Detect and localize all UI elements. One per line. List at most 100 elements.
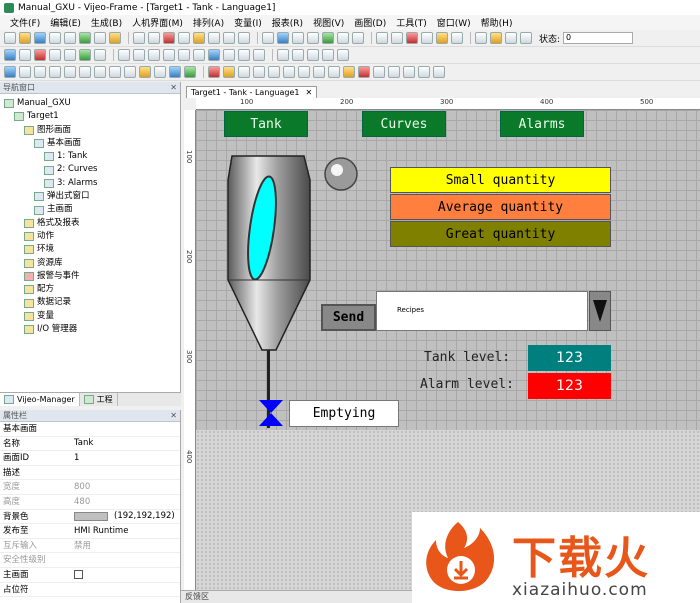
align-right-icon[interactable]: [148, 49, 160, 61]
tank-icon[interactable]: [328, 66, 340, 78]
property-value-cell[interactable]: 480: [74, 495, 180, 509]
table-widget-icon[interactable]: [403, 66, 415, 78]
property-value-cell[interactable]: 1: [74, 451, 180, 465]
flip-icon[interactable]: [253, 49, 265, 61]
align-bottom-icon[interactable]: [193, 49, 205, 61]
close-icon[interactable]: ✕: [170, 410, 177, 421]
panel-view-icon[interactable]: [4, 49, 16, 61]
tree-item[interactable]: 资源库: [0, 257, 180, 270]
arc-icon[interactable]: [109, 66, 121, 78]
property-row[interactable]: 主画面: [0, 568, 180, 583]
layer-icon[interactable]: [19, 49, 31, 61]
property-row[interactable]: 占位符: [0, 583, 180, 598]
same-height-icon[interactable]: [292, 49, 304, 61]
polyline-icon[interactable]: [49, 66, 61, 78]
record-icon[interactable]: [34, 49, 46, 61]
recipes-dropdown[interactable]: Recipes: [376, 291, 588, 331]
tree-item[interactable]: 数据记录: [0, 296, 180, 309]
button-icon[interactable]: [238, 66, 250, 78]
dot-icon[interactable]: [19, 66, 31, 78]
plus-icon[interactable]: [520, 32, 532, 44]
picture-display-icon[interactable]: [373, 66, 385, 78]
browser-icon[interactable]: [418, 66, 430, 78]
tool-a-icon[interactable]: [475, 32, 487, 44]
state-select[interactable]: 0: [563, 32, 634, 44]
copy-icon[interactable]: [178, 32, 190, 44]
tank-level-value[interactable]: 123: [528, 345, 611, 371]
menu-tools[interactable]: 工具(T): [396, 16, 427, 29]
package-icon[interactable]: [109, 32, 121, 44]
screen-icon[interactable]: [49, 49, 61, 61]
menu-build[interactable]: 生成(B): [91, 16, 122, 29]
property-row[interactable]: 宽度 800: [0, 480, 180, 495]
text-icon[interactable]: [169, 66, 181, 78]
menu-hmi[interactable]: 人机界面(M): [132, 16, 183, 29]
tree-item[interactable]: 2: Curves: [0, 163, 180, 176]
arrow-select-icon[interactable]: [4, 66, 16, 78]
emptying-button[interactable]: Emptying: [289, 400, 399, 427]
recipes-dropdown-button[interactable]: [589, 291, 611, 331]
properties-icon[interactable]: [277, 32, 289, 44]
close-icon[interactable]: ✕: [170, 82, 177, 93]
send-back-icon[interactable]: [223, 49, 235, 61]
download-icon[interactable]: [94, 32, 106, 44]
image-icon[interactable]: [184, 66, 196, 78]
bring-front-icon[interactable]: [208, 49, 220, 61]
menu-report[interactable]: 报表(R): [272, 16, 303, 29]
refresh-icon[interactable]: [421, 32, 433, 44]
align-top-icon[interactable]: [163, 49, 175, 61]
tree-item[interactable]: Manual_GXU: [0, 97, 180, 110]
same-width-icon[interactable]: [277, 49, 289, 61]
menu-arrange[interactable]: 排列(A): [193, 16, 224, 29]
property-value-cell[interactable]: 800: [74, 480, 180, 494]
find-icon[interactable]: [223, 32, 235, 44]
circle-icon[interactable]: [94, 66, 106, 78]
property-row[interactable]: 互斥输入 禁用: [0, 539, 180, 554]
property-value-cell[interactable]: [74, 583, 180, 597]
alarm-display-icon[interactable]: [343, 66, 355, 78]
polygon-icon[interactable]: [139, 66, 151, 78]
small-quantity-indicator[interactable]: Small quantity: [390, 167, 611, 193]
property-row[interactable]: 背景色 (192,192,192): [0, 510, 180, 525]
status-lamp[interactable]: [323, 156, 359, 192]
alarms-nav-button[interactable]: Alarms: [500, 111, 584, 137]
align-middle-icon[interactable]: [178, 49, 190, 61]
tank-graphic[interactable]: [218, 150, 328, 430]
forward-icon[interactable]: [391, 32, 403, 44]
menu-help[interactable]: 帮助(H): [481, 16, 513, 29]
property-value-cell[interactable]: [74, 553, 180, 567]
property-row[interactable]: 画面ID 1: [0, 451, 180, 466]
alarm-level-value[interactable]: 123: [528, 373, 611, 399]
tree-item[interactable]: 主画面: [0, 203, 180, 216]
tree-item[interactable]: 报警与事件: [0, 270, 180, 283]
tab-project[interactable]: 工程: [80, 393, 118, 406]
select-icon[interactable]: [262, 32, 274, 44]
align-center-icon[interactable]: [133, 49, 145, 61]
zoom-icon[interactable]: [337, 32, 349, 44]
tree-item[interactable]: 图形画面: [0, 124, 180, 137]
menu-file[interactable]: 文件(F): [10, 16, 40, 29]
property-value-cell[interactable]: (192,192,192): [74, 510, 180, 524]
property-row[interactable]: 描述: [0, 466, 180, 481]
meter-icon[interactable]: [283, 66, 295, 78]
tree-item[interactable]: 动作: [0, 230, 180, 243]
master-panel-checkbox[interactable]: [74, 570, 83, 580]
property-row[interactable]: 高度 480: [0, 495, 180, 510]
home-icon[interactable]: [436, 32, 448, 44]
grid-icon[interactable]: [352, 32, 364, 44]
table-icon[interactable]: [64, 49, 76, 61]
more-tools-icon[interactable]: [433, 66, 445, 78]
variable-list-icon[interactable]: [451, 32, 463, 44]
run-icon[interactable]: [79, 49, 91, 61]
tree-item[interactable]: 3: Alarms: [0, 177, 180, 190]
property-row[interactable]: 安全性级别: [0, 553, 180, 568]
save-all-icon[interactable]: [49, 32, 61, 44]
send-button[interactable]: Send: [321, 304, 376, 331]
property-value-cell[interactable]: [74, 568, 180, 582]
document-tab[interactable]: Target1 - Tank - Language1 ✕: [186, 86, 318, 98]
tree-item[interactable]: 1: Tank: [0, 150, 180, 163]
tree-item[interactable]: I/O 管理器: [0, 323, 180, 336]
lock-icon[interactable]: [490, 32, 502, 44]
group-icon[interactable]: [292, 32, 304, 44]
tab-vijeo-manager[interactable]: Vijeo-Manager: [0, 393, 80, 406]
